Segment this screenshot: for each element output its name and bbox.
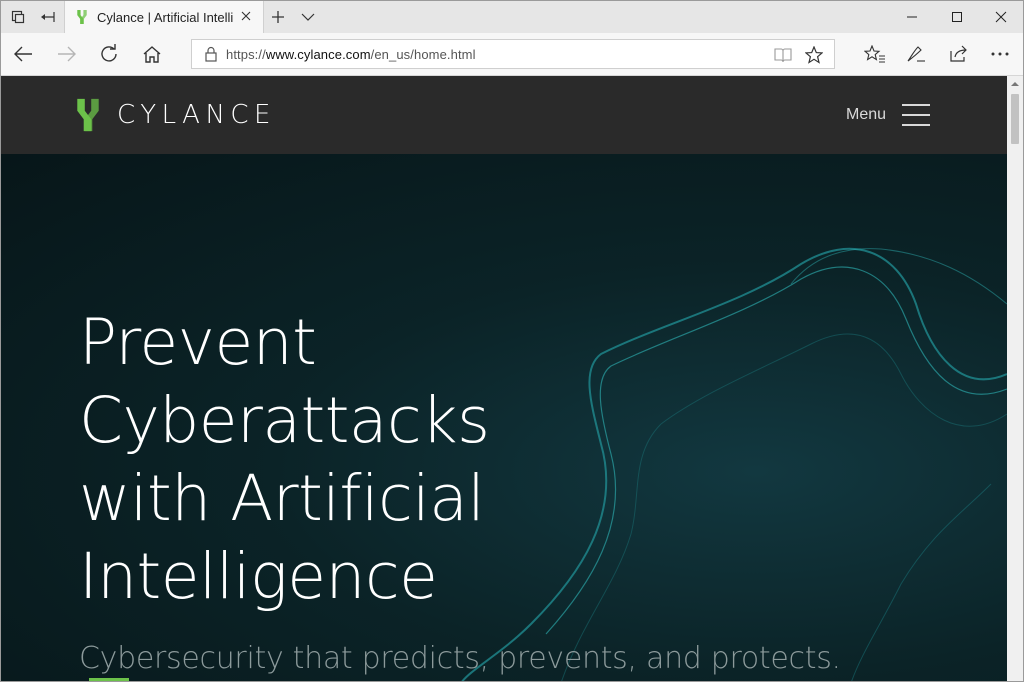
navigation-bar: https://www.cylance.com/en_us/home.html — [1, 33, 1023, 76]
hero-headline: Prevent Cyberattacks with Artificial Int… — [79, 306, 490, 613]
forward-arrow-icon — [58, 46, 76, 62]
cylance-favicon-icon — [77, 9, 87, 25]
cta-button-edge[interactable] — [89, 678, 129, 681]
menu-button[interactable]: Menu — [846, 104, 931, 126]
reading-view-button[interactable] — [772, 44, 794, 66]
maximize-icon — [952, 12, 962, 22]
tab-title: Cylance | Artificial Intelli — [97, 9, 234, 25]
minimize-icon — [907, 16, 917, 18]
back-button[interactable] — [7, 38, 39, 70]
tab-bar: Cylance | Artificial Intelli — [1, 1, 1023, 33]
pen-icon — [907, 46, 925, 62]
site-header: CYLANCE Menu — [1, 76, 1007, 154]
home-button[interactable] — [136, 38, 168, 70]
maximize-button[interactable] — [934, 1, 980, 33]
tab-actions-button[interactable] — [3, 1, 33, 33]
more-dots-icon — [991, 52, 1009, 56]
cylance-logo-link[interactable]: CYLANCE — [73, 96, 276, 134]
tabs-icon — [11, 10, 25, 24]
hero-section: Prevent Cyberattacks with Artificial Int… — [1, 154, 1007, 681]
plus-icon — [272, 11, 284, 23]
share-button[interactable] — [943, 38, 975, 70]
new-tab-button[interactable] — [263, 1, 293, 33]
web-note-button[interactable] — [900, 38, 932, 70]
set-aside-tabs-button[interactable] — [33, 1, 63, 33]
address-bar[interactable]: https://www.cylance.com/en_us/home.html — [191, 39, 835, 69]
refresh-button[interactable] — [93, 38, 125, 70]
refresh-icon — [101, 44, 117, 62]
favorite-star-button[interactable] — [803, 44, 825, 66]
share-icon — [950, 45, 967, 62]
star-icon — [805, 46, 823, 64]
more-button[interactable] — [984, 38, 1016, 70]
cylance-logo-icon — [77, 98, 99, 132]
minimize-button[interactable] — [889, 1, 935, 33]
browser-window: Cylance | Artificial Intelli https://www… — [0, 0, 1024, 682]
lock-icon — [205, 46, 217, 62]
close-window-button[interactable] — [978, 1, 1023, 33]
brand-wordmark: CYLANCE — [117, 100, 276, 130]
scroll-thumb[interactable] — [1011, 94, 1019, 144]
chevron-up-icon — [1011, 82, 1019, 86]
hamburger-icon — [902, 104, 931, 126]
favorites-list-icon — [864, 45, 885, 63]
reading-view-icon — [774, 48, 792, 63]
close-icon — [241, 11, 251, 21]
favorites-hub-button[interactable] — [859, 38, 891, 70]
tab-cylance[interactable]: Cylance | Artificial Intelli — [64, 1, 264, 33]
tab-close-button[interactable] — [239, 9, 253, 23]
close-icon — [995, 11, 1007, 23]
home-icon — [143, 46, 161, 63]
set-aside-icon — [41, 12, 55, 22]
vertical-scrollbar[interactable] — [1007, 76, 1023, 681]
tab-preview-button[interactable] — [293, 1, 323, 33]
menu-label: Menu — [846, 106, 887, 123]
back-arrow-icon — [14, 46, 32, 62]
scroll-up-button[interactable] — [1007, 76, 1023, 92]
page-viewport: CYLANCE Menu Prevent Cyberattacks with A… — [1, 76, 1007, 681]
hero-subheading: Cybersecurity that predicts, prevents, a… — [79, 641, 841, 676]
forward-button[interactable] — [51, 38, 83, 70]
url-text: https://www.cylance.com/en_us/home.html — [226, 46, 476, 62]
chevron-down-icon — [301, 13, 315, 21]
